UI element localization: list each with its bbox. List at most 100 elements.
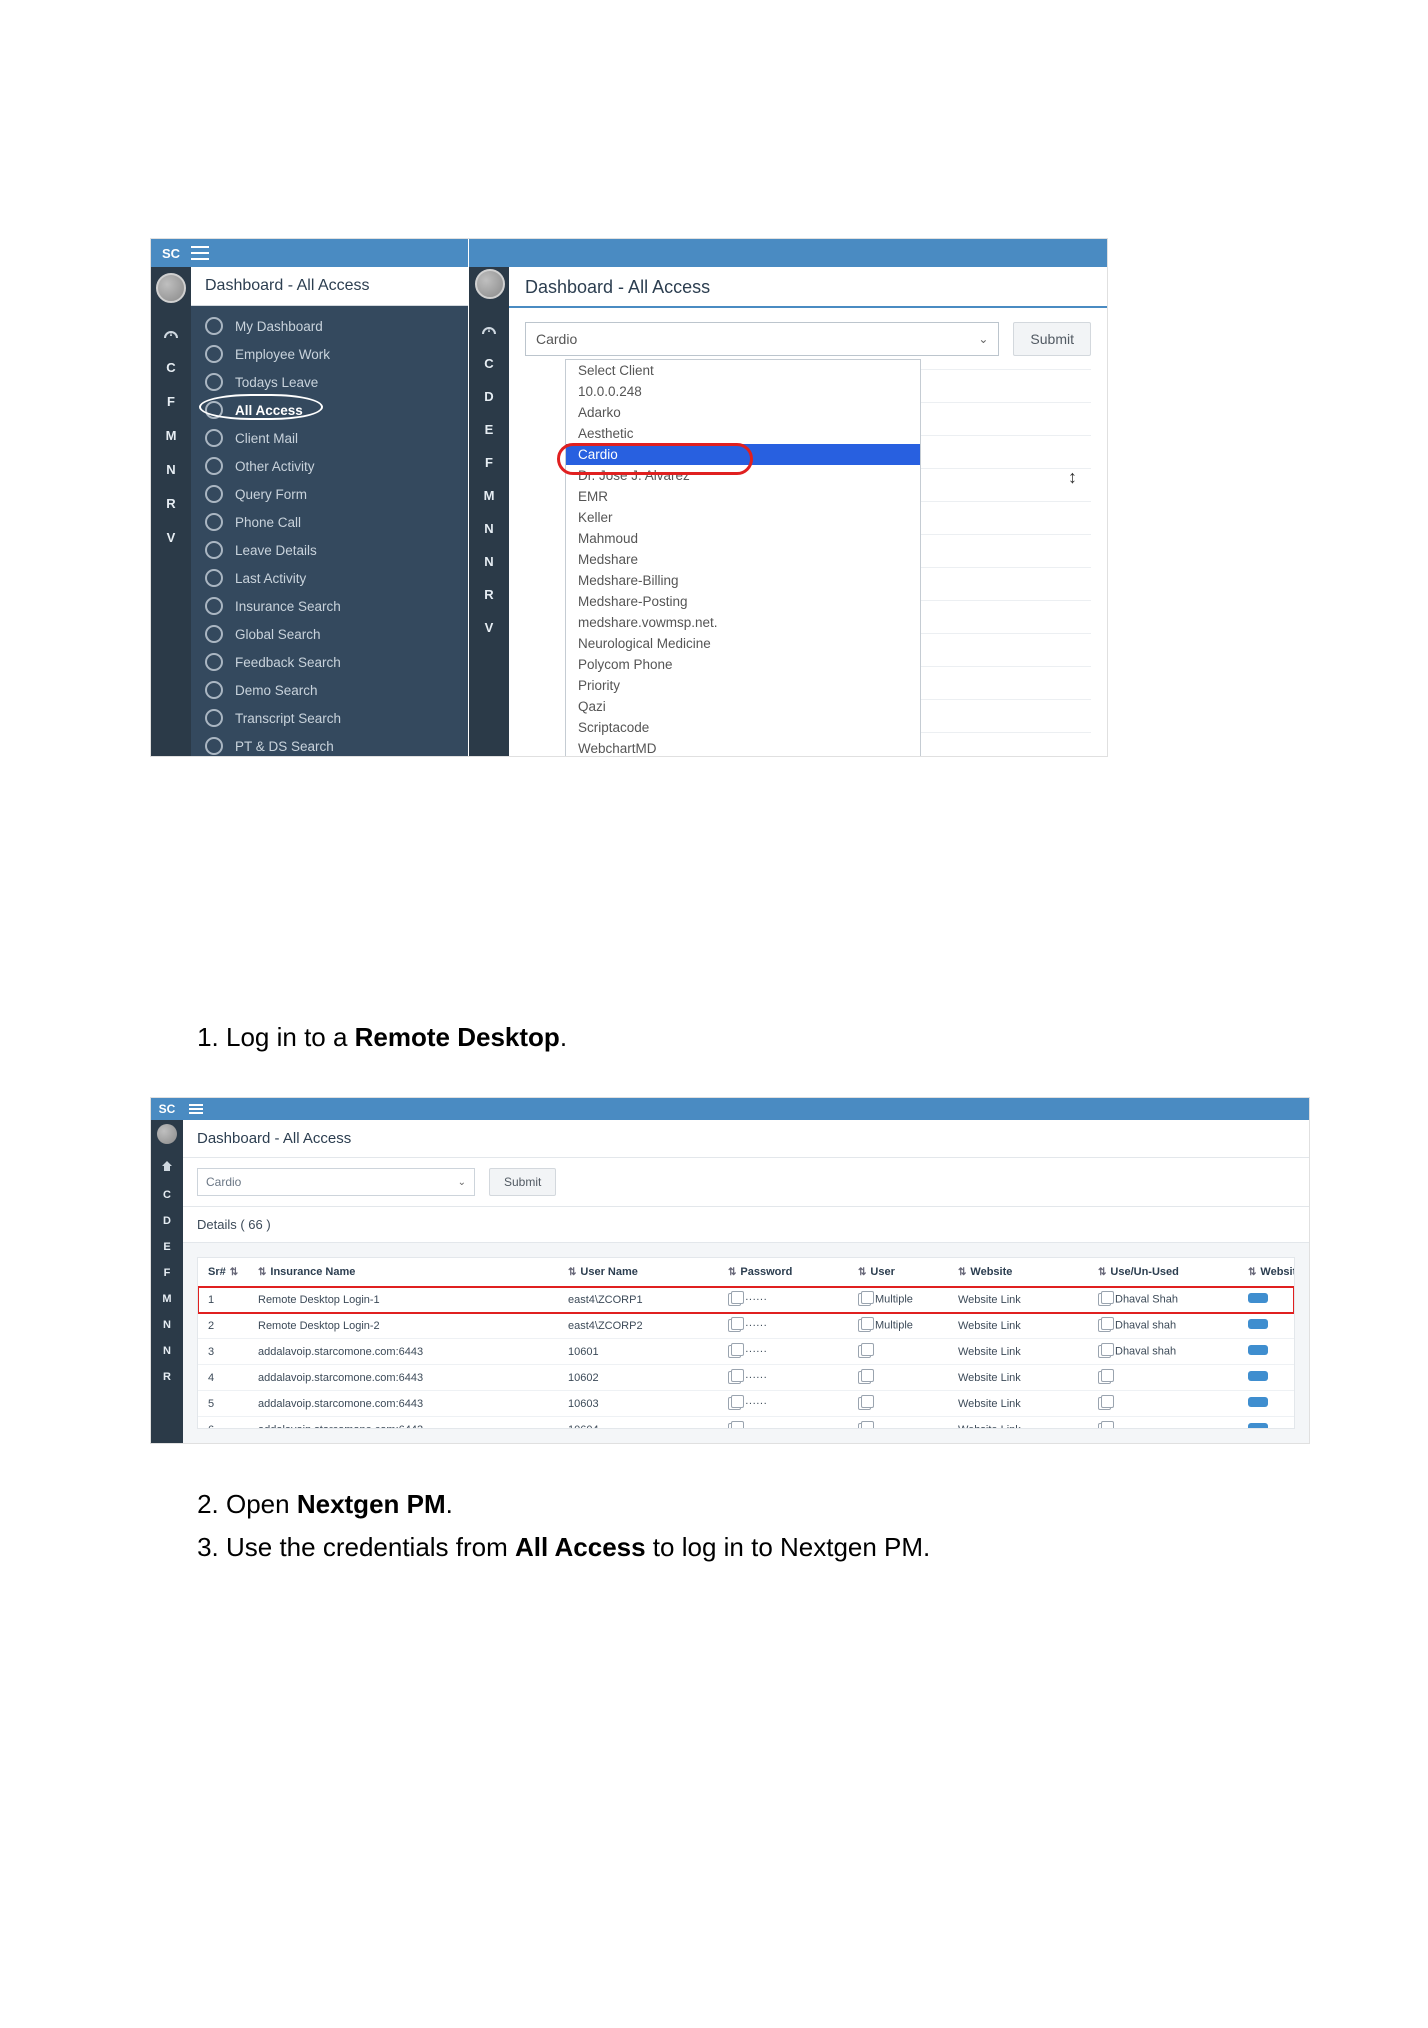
copy-icon[interactable] <box>1098 1371 1111 1384</box>
client-select[interactable]: Cardio ⌄ <box>525 322 999 356</box>
home-icon[interactable] <box>161 1160 173 1175</box>
table-row[interactable]: 3addalavoip.starcomone.com:644310601····… <box>198 1339 1294 1365</box>
copy-icon[interactable] <box>728 1423 741 1429</box>
avatar[interactable] <box>156 273 186 303</box>
hamburger-icon[interactable] <box>191 246 209 260</box>
rail-letter[interactable]: N <box>163 1345 171 1357</box>
rail-letter[interactable]: C <box>151 359 191 375</box>
table-row[interactable]: 6addalavoip.starcomone.com:644310604····… <box>198 1417 1294 1429</box>
rail-letter[interactable]: F <box>164 1267 171 1279</box>
table-row[interactable]: 1Remote Desktop Login-1east4\ZCORP1·····… <box>198 1287 1294 1313</box>
sidebar-item[interactable]: Last Activity <box>191 564 468 592</box>
rail-letter[interactable]: N <box>151 461 191 477</box>
dropdown-option[interactable]: medshare.vowmsp.net. <box>566 612 920 633</box>
dropdown-option[interactable]: Medshare-Posting <box>566 591 920 612</box>
table-row[interactable]: 2Remote Desktop Login-2east4\ZCORP2·····… <box>198 1313 1294 1339</box>
sidebar-item[interactable]: All Access <box>191 396 468 424</box>
avatar[interactable] <box>157 1124 177 1144</box>
dropdown-option[interactable]: Medshare-Billing <box>566 570 920 591</box>
copy-icon[interactable] <box>728 1371 741 1384</box>
rail-letter[interactable]: V <box>485 620 494 635</box>
submit-button[interactable]: Submit <box>489 1168 556 1196</box>
info-chip[interactable] <box>1248 1397 1268 1407</box>
dropdown-option[interactable]: Priority <box>566 675 920 696</box>
dashboard-icon[interactable] <box>481 323 497 338</box>
column-header[interactable]: ⇅Insurance Name <box>258 1266 568 1278</box>
sidebar-item[interactable]: Employee Work <box>191 340 468 368</box>
rail-letter[interactable]: V <box>151 529 191 545</box>
rail-letter[interactable]: N <box>163 1319 171 1331</box>
dropdown-option[interactable]: Adarko <box>566 402 920 423</box>
dropdown-option[interactable]: EMR <box>566 486 920 507</box>
copy-icon[interactable] <box>1098 1345 1111 1358</box>
rail-letter[interactable]: R <box>151 495 191 511</box>
copy-icon[interactable] <box>728 1397 741 1410</box>
dropdown-option[interactable]: Keller <box>566 507 920 528</box>
copy-icon[interactable] <box>858 1319 871 1332</box>
dropdown-option[interactable]: Scriptacode <box>566 717 920 738</box>
avatar[interactable] <box>475 269 505 299</box>
copy-icon[interactable] <box>1098 1423 1111 1429</box>
column-header[interactable]: Sr#⇅ <box>208 1266 258 1278</box>
sidebar-item[interactable]: Leave Details <box>191 536 468 564</box>
rail-letter[interactable]: R <box>484 587 493 602</box>
table-row[interactable]: 4addalavoip.starcomone.com:644310602····… <box>198 1365 1294 1391</box>
info-chip[interactable] <box>1248 1293 1268 1303</box>
sidebar-item[interactable]: Other Activity <box>191 452 468 480</box>
rail-letter[interactable]: N <box>484 521 493 536</box>
rail-letter[interactable]: E <box>485 422 494 437</box>
sidebar-item[interactable]: My Dashboard <box>191 312 468 340</box>
dropdown-option[interactable]: 10.0.0.248 <box>566 381 920 402</box>
column-header[interactable]: ⇅Website Info <box>1248 1266 1295 1278</box>
column-header[interactable]: ⇅Website <box>958 1266 1098 1278</box>
column-header[interactable]: ⇅Password <box>728 1266 858 1278</box>
copy-icon[interactable] <box>858 1397 871 1410</box>
rail-letter[interactable]: E <box>163 1241 170 1253</box>
copy-icon[interactable] <box>858 1423 871 1429</box>
info-chip[interactable] <box>1248 1319 1268 1329</box>
table-row[interactable]: 5addalavoip.starcomone.com:644310603····… <box>198 1391 1294 1417</box>
sidebar-item[interactable]: Transcript Search <box>191 704 468 732</box>
client-dropdown[interactable]: Select Client10.0.0.248AdarkoAestheticCa… <box>565 359 921 757</box>
copy-icon[interactable] <box>728 1319 741 1332</box>
sidebar-item[interactable]: Global Search <box>191 620 468 648</box>
sidebar-item[interactable]: Query Form <box>191 480 468 508</box>
sidebar-item[interactable]: Client Mail <box>191 424 468 452</box>
dropdown-option[interactable]: Dr. Jose J. Alvarez <box>566 465 920 486</box>
rail-letter[interactable]: F <box>485 455 493 470</box>
info-chip[interactable] <box>1248 1423 1268 1429</box>
copy-icon[interactable] <box>728 1345 741 1358</box>
submit-button[interactable]: Submit <box>1013 322 1091 356</box>
rail-letter[interactable]: C <box>163 1189 171 1201</box>
rail-letter[interactable]: N <box>484 554 493 569</box>
rail-letter[interactable]: D <box>163 1215 171 1227</box>
rail-letter[interactable]: M <box>484 488 495 503</box>
rail-letter[interactable]: F <box>151 393 191 409</box>
dropdown-option[interactable]: Select Client <box>566 360 920 381</box>
rail-letter[interactable]: M <box>162 1293 171 1305</box>
sidebar-item[interactable]: Todays Leave <box>191 368 468 396</box>
rail-letter[interactable]: R <box>163 1371 171 1383</box>
dropdown-option[interactable]: Qazi <box>566 696 920 717</box>
column-header[interactable]: ⇅Use/Un-Used <box>1098 1266 1248 1278</box>
info-chip[interactable] <box>1248 1371 1268 1381</box>
rail-letter[interactable]: C <box>484 356 493 371</box>
dashboard-icon[interactable] <box>151 325 191 341</box>
sidebar-item[interactable]: Insurance Search <box>191 592 468 620</box>
copy-icon[interactable] <box>858 1371 871 1384</box>
dropdown-option[interactable]: Aesthetic <box>566 423 920 444</box>
column-header[interactable]: ⇅User <box>858 1266 958 1278</box>
sidebar-item[interactable]: Feedback Search <box>191 648 468 676</box>
copy-icon[interactable] <box>728 1293 741 1306</box>
copy-icon[interactable] <box>1098 1293 1111 1306</box>
dropdown-option[interactable]: Cardio <box>566 444 920 465</box>
rail-letter[interactable]: D <box>484 389 493 404</box>
dropdown-option[interactable]: Polycom Phone <box>566 654 920 675</box>
copy-icon[interactable] <box>1098 1397 1111 1410</box>
copy-icon[interactable] <box>1098 1319 1111 1332</box>
dropdown-option[interactable]: Mahmoud <box>566 528 920 549</box>
copy-icon[interactable] <box>858 1293 871 1306</box>
copy-icon[interactable] <box>858 1345 871 1358</box>
client-select[interactable]: Cardio ⌄ <box>197 1168 475 1196</box>
sidebar-item[interactable]: PT & DS Search <box>191 732 468 756</box>
